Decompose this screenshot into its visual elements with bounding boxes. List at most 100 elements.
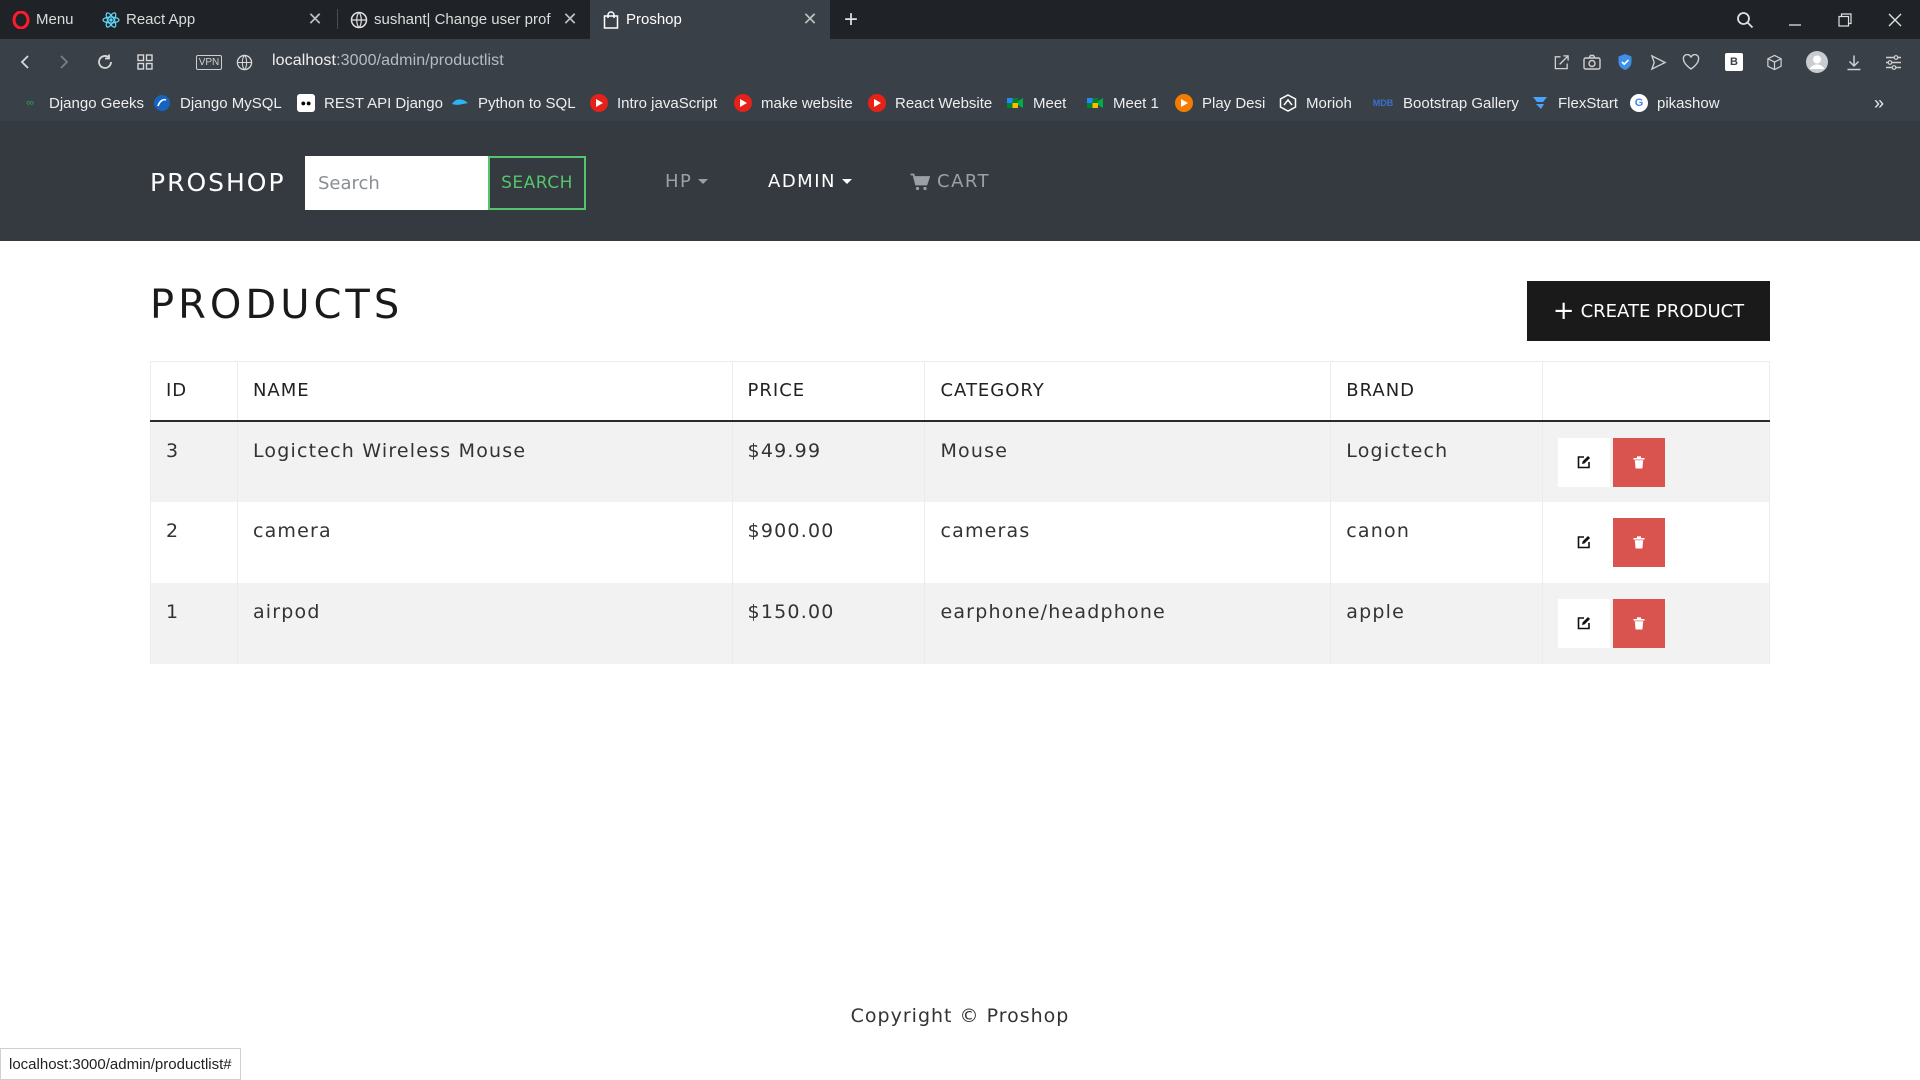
bookmark-label: Meet 1 <box>1113 94 1159 112</box>
bookmark-bootstrap-gallery[interactable]: MDB Bootstrap Gallery <box>1372 93 1519 113</box>
extension-b-icon[interactable]: B <box>1723 51 1745 73</box>
edit-icon <box>1577 535 1591 549</box>
edit-product-button[interactable] <box>1558 437 1611 487</box>
mysql-logo-icon <box>153 94 171 112</box>
bookmark-make-website[interactable]: make website <box>734 93 853 113</box>
bookmark-label: React Website <box>895 94 993 112</box>
easy-setup-menu-icon[interactable] <box>1882 51 1904 73</box>
cell-name: camera <box>236 501 733 583</box>
cell-brand: Logictech <box>1330 420 1544 502</box>
browser-address-bar: VPN localhost:3000/admin/productlist B <box>0 39 1920 85</box>
bookmark-react-website[interactable]: React Website <box>868 93 992 113</box>
bookmark-play-desi[interactable]: Play Desi <box>1175 93 1265 113</box>
delete-product-button[interactable] <box>1613 598 1666 648</box>
bookmark-label: Django Geeks <box>49 94 145 112</box>
youtube-icon <box>734 94 752 112</box>
cell-actions <box>1542 420 1770 502</box>
reload-icon[interactable] <box>94 51 116 73</box>
minimize-window-icon[interactable] <box>1772 0 1818 39</box>
bookmark-intro-javascript[interactable]: Intro javaScript <box>590 93 717 113</box>
cell-id: 1 <box>150 582 238 664</box>
forward-arrow-icon[interactable] <box>53 51 75 73</box>
bookmark-label: Play Desi <box>1202 94 1266 112</box>
globe-icon <box>350 11 368 29</box>
cart-link[interactable]: CART <box>910 171 990 192</box>
footer-copyright: Copyright © Proshop <box>850 1005 1070 1027</box>
url-host: localhost <box>272 52 337 69</box>
cell-category: Mouse <box>924 420 1332 502</box>
search-tabs-icon[interactable] <box>1722 0 1768 39</box>
close-window-icon[interactable] <box>1872 0 1918 39</box>
vpn-badge-icon[interactable]: VPN <box>194 51 224 73</box>
close-icon[interactable]: ✕ <box>305 9 325 29</box>
youtube-icon <box>868 94 886 112</box>
heart-bookmark-icon[interactable] <box>1680 51 1702 73</box>
column-header-category: CATEGORY <box>924 361 1332 422</box>
edit-product-button[interactable] <box>1558 517 1611 567</box>
extensions-cube-icon[interactable] <box>1763 51 1785 73</box>
share-icon[interactable] <box>1550 51 1572 73</box>
bookmark-morioh[interactable]: Morioh <box>1279 93 1352 113</box>
tab-change-user-profile[interactable]: sushant| Change user prof ✕ <box>338 0 590 39</box>
bookmark-meet[interactable]: Meet <box>1006 93 1066 113</box>
products-table: ID NAME PRICE CATEGORY BRAND 3 Logictech… <box>150 361 1770 664</box>
cell-category: earphone/headphone <box>924 582 1332 664</box>
close-icon[interactable]: ✕ <box>560 9 580 29</box>
shopping-cart-icon <box>910 173 930 191</box>
more-bookmarks-chevron-icon[interactable]: » <box>1874 93 1884 113</box>
ad-blocker-shield-icon[interactable] <box>1614 51 1636 73</box>
python-sql-icon <box>451 94 469 112</box>
bookmark-label: make website <box>761 94 853 112</box>
browser-menu-button[interactable]: Menu <box>0 0 90 39</box>
tab-proshop[interactable]: Proshop ✕ <box>590 0 830 39</box>
search-input[interactable] <box>305 156 489 210</box>
edit-product-button[interactable] <box>1558 598 1611 648</box>
column-header-id: ID <box>150 361 238 422</box>
tiles-grid-icon[interactable] <box>134 51 156 73</box>
bookmark-python-to-sql[interactable]: Python to SQL <box>451 93 576 113</box>
close-icon[interactable]: ✕ <box>800 9 820 29</box>
brand-logo[interactable]: PROSHOP <box>150 168 286 197</box>
back-arrow-icon[interactable] <box>14 51 36 73</box>
restore-window-icon[interactable] <box>1822 0 1868 39</box>
app-navbar: PROSHOP SEARCH HP ADMIN CART <box>0 121 1920 241</box>
search-button[interactable]: SEARCH <box>488 156 586 210</box>
google-meet-icon <box>1086 94 1104 112</box>
trash-icon <box>1633 616 1645 630</box>
bookmark-flexstart[interactable]: FlexStart <box>1531 93 1618 113</box>
profile-avatar-icon[interactable] <box>1804 51 1830 73</box>
bookmark-django-geeks[interactable]: ∞ Django Geeks <box>20 93 144 113</box>
browser-menu-label: Menu <box>36 11 74 28</box>
site-info-globe-icon[interactable] <box>233 51 255 73</box>
table-header-row: ID NAME PRICE CATEGORY BRAND <box>150 361 1770 422</box>
browser-status-url: localhost:3000/admin/productlist# <box>0 1048 241 1080</box>
bookmark-meet-1[interactable]: Meet 1 <box>1086 93 1159 113</box>
bookmark-pikashow[interactable]: G pikashow <box>1630 93 1720 113</box>
geeksforgeeks-logo-icon: ∞ <box>26 97 34 109</box>
create-product-button[interactable]: + CREATE PRODUCT <box>1527 281 1770 341</box>
edit-icon <box>1577 616 1591 630</box>
admin-dropdown-toggle[interactable]: ADMIN <box>768 171 852 192</box>
cell-category: cameras <box>924 501 1332 583</box>
cell-id: 3 <box>150 420 238 502</box>
new-tab-button[interactable]: + <box>828 0 874 39</box>
tab-title: sushant| Change user prof <box>374 11 551 28</box>
bookmark-rest-api-django[interactable]: ●● REST API Django <box>297 93 443 113</box>
camera-snapshot-icon[interactable] <box>1581 51 1603 73</box>
address-url[interactable]: localhost:3000/admin/productlist <box>272 52 504 70</box>
caret-down-icon <box>698 179 709 184</box>
bookmark-label: Intro javaScript <box>617 94 718 112</box>
opera-logo-icon <box>12 10 30 29</box>
tab-react-app[interactable]: React App ✕ <box>90 0 335 39</box>
bookmark-label: Python to SQL <box>478 94 576 112</box>
plus-icon: + <box>1552 296 1575 326</box>
user-dropdown-toggle[interactable]: HP <box>665 171 709 192</box>
delete-product-button[interactable] <box>1613 437 1666 487</box>
cart-label: CART <box>937 171 991 192</box>
bookmark-django-mysql[interactable]: Django MySQL <box>153 93 282 113</box>
send-arrow-icon[interactable] <box>1647 51 1669 73</box>
cell-name: airpod <box>236 582 733 664</box>
download-icon[interactable] <box>1843 51 1865 73</box>
delete-product-button[interactable] <box>1613 517 1666 567</box>
morioh-logo-icon <box>1279 94 1297 112</box>
